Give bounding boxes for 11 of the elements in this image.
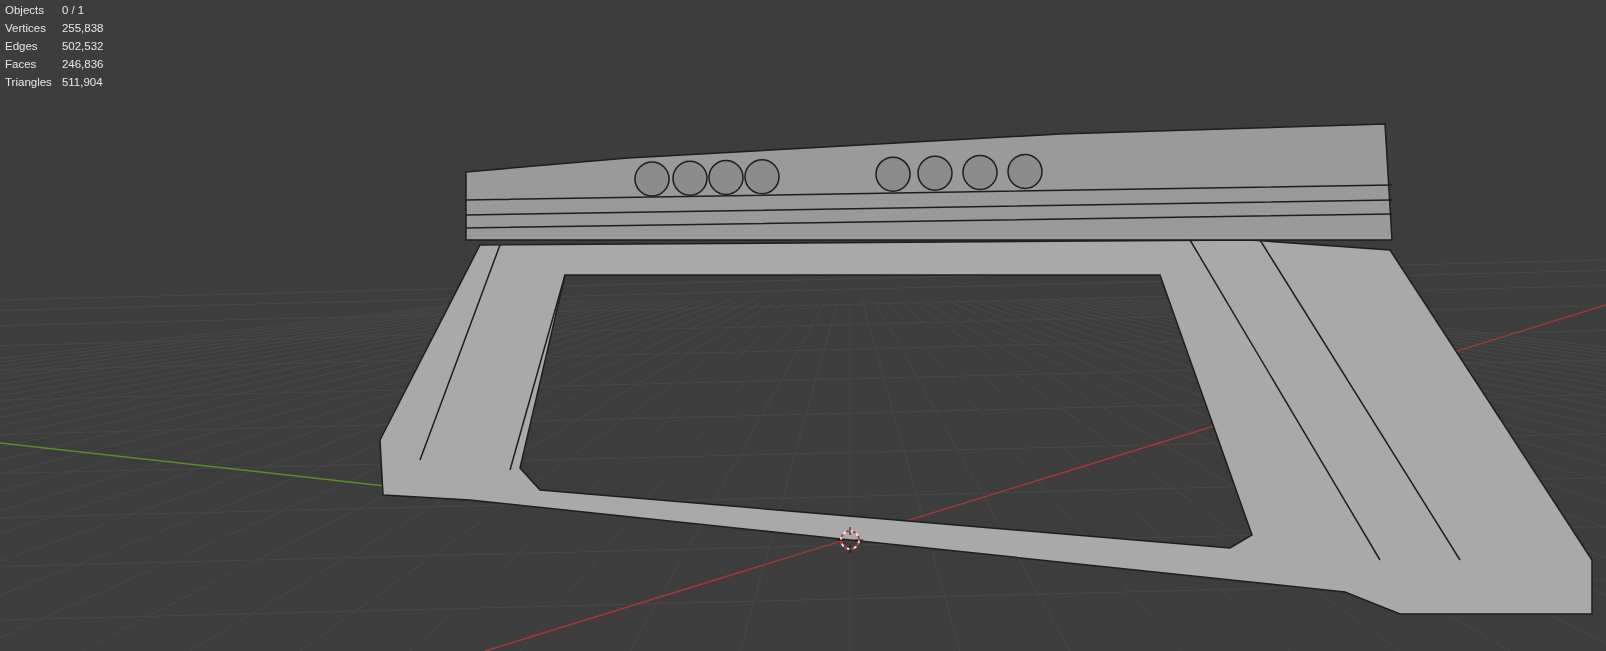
- 3d-cursor-icon: [836, 526, 864, 554]
- statistic-label: Vertices: [5, 21, 47, 36]
- statistic-label: Objects: [5, 3, 45, 18]
- statistic-label: Edges: [5, 39, 39, 54]
- statistic-label: Faces: [5, 57, 38, 72]
- statistic-value: 511,904: [61, 75, 104, 90]
- statistic-value: 0 / 1: [61, 3, 86, 18]
- statistic-label: Triangles: [5, 75, 52, 90]
- statistic-value: 502,532: [61, 39, 104, 54]
- statistic-value: 255,838: [61, 21, 104, 36]
- statistic-value: 246,836: [61, 57, 104, 72]
